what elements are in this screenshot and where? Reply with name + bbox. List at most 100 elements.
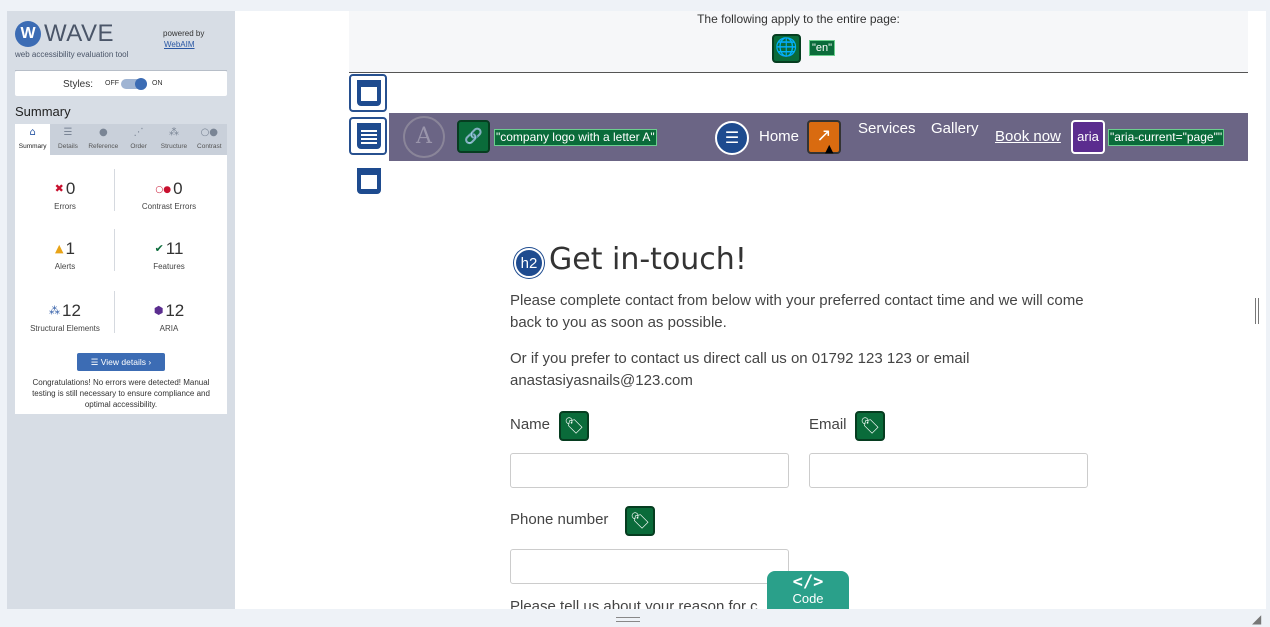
unordered-list-icon[interactable]: ☰ (715, 121, 749, 155)
email-label: Email (809, 416, 847, 433)
stat-aria[interactable]: ⬢ 12 ARIA (119, 301, 219, 333)
tab-label: Order (130, 143, 147, 150)
language-tag: "en" (809, 40, 836, 56)
wave-tagline: web accessibility evaluation tool (15, 50, 129, 59)
code-button[interactable]: </> Code (767, 571, 849, 609)
aria-count: 12 (165, 301, 185, 320)
styles-toggle-box: Styles: OFF ON (15, 71, 227, 96)
tab-reference[interactable]: ● Reference (86, 124, 121, 155)
tab-label: Reference (88, 143, 119, 150)
phone-field[interactable] (510, 549, 789, 584)
features-count: 11 (165, 239, 184, 258)
bottom-resize-handle[interactable] (616, 617, 640, 622)
errors-count: 0 (65, 179, 76, 198)
contrast-errors-label: Contrast Errors (141, 202, 197, 211)
tab-order[interactable]: ⋰ Order (121, 124, 156, 155)
styles-off-label: OFF (105, 80, 119, 87)
language-icon[interactable]: 🌐 (772, 34, 801, 63)
label-tag-icon[interactable]: 🏷 (625, 506, 655, 536)
toggle-knob (135, 78, 147, 90)
reason-label: Please tell us about your reason for c (510, 598, 758, 609)
phone-label: Phone number (510, 511, 609, 528)
stat-errors[interactable]: ✖ 0 Errors (15, 179, 115, 211)
tab-label: Structure (160, 143, 188, 150)
logo-alt-text: "company logo with a letter A" (494, 129, 657, 146)
tab-summary[interactable]: ⌂ Summary (15, 124, 51, 155)
structure-icon: ⁂ (168, 127, 179, 138)
list-icon: ☰ (63, 127, 73, 138)
code-icon: </> (792, 572, 824, 592)
heading-level-icon[interactable]: h2 (514, 248, 544, 278)
warning-icon: ▲ (825, 142, 834, 155)
styles-label: Styles: (63, 79, 94, 90)
tab-label: Summary (18, 143, 47, 150)
linked-image-icon[interactable]: 🔗 (457, 120, 490, 153)
summary-heading: Summary (15, 104, 71, 119)
aria-current-tag: "aria-current="page"" (1108, 129, 1225, 146)
stat-features[interactable]: ✔ 11 Features (119, 239, 219, 271)
main-region-icon[interactable] (349, 162, 387, 200)
corner-resize-icon[interactable]: ◢ (1252, 612, 1261, 626)
features-label: Features (153, 262, 185, 271)
code-label: Code (792, 591, 824, 606)
contrast-error-icon: ○● (155, 185, 172, 195)
alerts-label: Alerts (54, 262, 76, 271)
email-field[interactable] (809, 453, 1088, 488)
wave-tabs: ⌂ Summary ☰ Details ● Reference ⋰ Order ⁂ Str… (15, 124, 227, 155)
aria-icon: ⬢ (153, 304, 164, 317)
nav-services-link[interactable]: Services (858, 120, 916, 137)
label-tag-icon[interactable]: 🏷 (559, 411, 589, 441)
nav-book-now-link[interactable]: Book now (995, 128, 1061, 145)
page-heading: Get in-touch! (549, 242, 747, 277)
structural-label: Structural Elements (30, 324, 100, 333)
company-logo[interactable]: A (403, 116, 445, 158)
name-label: Name (510, 416, 551, 433)
webaim-link[interactable]: WebAIM (164, 40, 195, 49)
header-region-icon[interactable] (349, 74, 387, 112)
nav-gallery-link[interactable]: Gallery (931, 120, 979, 137)
wave-sidebar: W WAVE web accessibility evaluation tool… (7, 11, 235, 609)
contact-paragraph: Or if you prefer to contact us direct ca… (510, 350, 970, 389)
wave-logo-icon[interactable]: W (15, 21, 41, 47)
tab-details[interactable]: ☰ Details (50, 124, 85, 155)
wave-title[interactable]: WAVE (44, 20, 114, 48)
page-preview: The following apply to the entire page: … (235, 11, 1266, 609)
tab-structure[interactable]: ⁂ Structure (156, 124, 191, 155)
page-apply-text: The following apply to the entire page: (697, 12, 900, 26)
redundant-link-icon[interactable]: ↗ (807, 120, 841, 154)
contrast-icon: ○● (200, 127, 219, 138)
aria-label: ARIA (159, 324, 179, 333)
tab-contrast[interactable]: ○● Contrast (192, 124, 227, 155)
stat-structural[interactable]: ⁂ 12 Structural Elements (15, 301, 115, 333)
wave-header: W WAVE web accessibility evaluation tool… (15, 19, 227, 71)
view-details-button[interactable]: ☰ View details › (77, 353, 165, 371)
stat-contrast-errors[interactable]: ○● 0 Contrast Errors (119, 179, 219, 211)
order-icon: ⋰ (133, 127, 144, 138)
nav-home-link[interactable]: Home (759, 128, 799, 145)
feature-icon: ✔ (154, 242, 164, 255)
alerts-count: 1 (65, 239, 75, 258)
info-icon: ● (98, 127, 108, 138)
contrast-errors-count: 0 (173, 179, 183, 198)
errors-label: Errors (54, 202, 76, 211)
site-navbar: A 🔗 "company logo with a letter A" ☰ Hom… (389, 113, 1248, 161)
powered-by-label: powered by (163, 29, 205, 38)
name-field[interactable] (510, 453, 789, 488)
divider (114, 291, 115, 333)
alert-icon: ▲ (55, 242, 64, 255)
navigation-region-icon[interactable] (349, 117, 387, 155)
tab-label: Contrast (197, 143, 222, 150)
styles-toggle[interactable] (121, 78, 147, 90)
congrats-message: Congratulations! No errors were detected… (32, 378, 210, 409)
error-icon: ✖ (54, 182, 64, 195)
home-icon: ⌂ (29, 127, 36, 138)
aria-feature-icon[interactable]: aria (1071, 120, 1105, 154)
structure-icon: ⁂ (49, 304, 61, 317)
summary-panel: ✖ 0 Errors ○● 0 Contrast Errors ▲ 1 Alerts … (15, 155, 227, 414)
divider (114, 229, 115, 271)
structural-count: 12 (62, 301, 81, 320)
styles-on-label: ON (152, 80, 163, 87)
label-tag-icon[interactable]: 🏷 (855, 411, 885, 441)
stat-alerts[interactable]: ▲ 1 Alerts (15, 239, 115, 271)
sidebar-resize-handle[interactable] (1255, 298, 1259, 324)
